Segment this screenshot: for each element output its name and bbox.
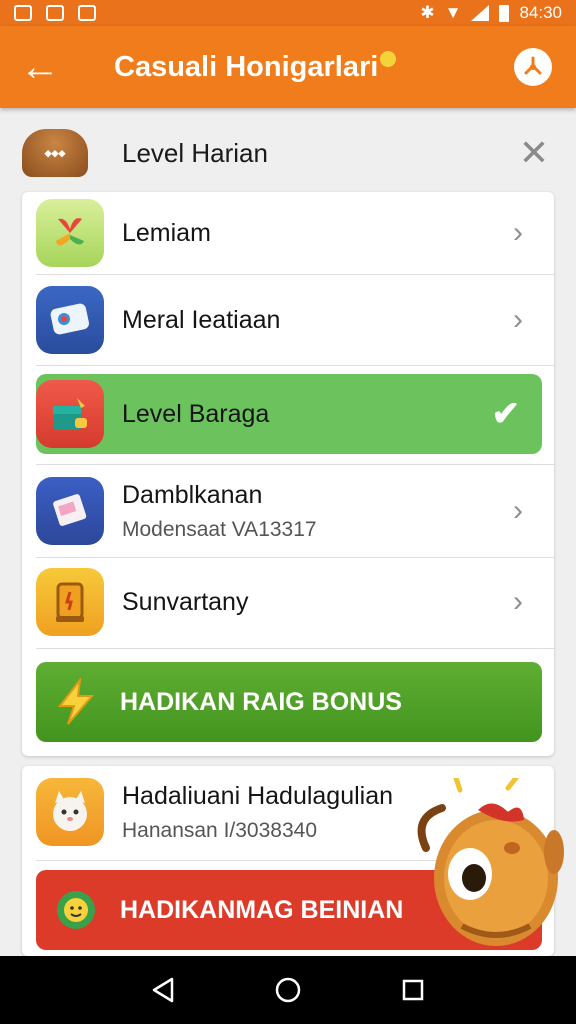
- signal-icon: [471, 5, 490, 21]
- profile-button[interactable]: [514, 48, 552, 86]
- menu-item-sunvartany[interactable]: Sunvartany ›: [22, 558, 554, 646]
- title-badge-icon: [380, 50, 397, 67]
- sun-icon: [48, 882, 104, 938]
- bonus-button-green[interactable]: HADIKAN RAIG BONUS: [36, 662, 542, 742]
- menu-item-damblkanan[interactable]: Damblkanan Modensaat VA13317 ›: [22, 465, 554, 557]
- lightning-icon: [48, 674, 104, 730]
- notification-icon: [78, 5, 96, 21]
- section-title: Level Harian: [122, 137, 268, 168]
- close-button[interactable]: ✕: [514, 132, 554, 173]
- card-deck-icon: [36, 477, 104, 545]
- nav-home-button[interactable]: [268, 970, 308, 1010]
- pet-cat-icon: [36, 778, 104, 846]
- app-bar: ← Casuali Honigarlari: [0, 26, 576, 108]
- triangle-back-icon: [152, 977, 173, 1003]
- status-bar: ✱ ▼ 84:30: [0, 0, 576, 26]
- chevron-right-icon: ›: [513, 494, 523, 527]
- status-time: 84:30: [519, 3, 562, 22]
- nav-back-button[interactable]: [143, 970, 183, 1010]
- profile-icon: [524, 56, 542, 75]
- chevron-right-icon: ›: [513, 216, 523, 249]
- menu-item-label: Sunvartany: [122, 587, 249, 616]
- nav-recents-button[interactable]: [393, 970, 433, 1010]
- checkmark-icon: ✔: [491, 395, 521, 433]
- notification-icon: [46, 5, 64, 21]
- divider: [36, 365, 554, 366]
- menu-card: Lemiam › Meral Ieatiaan › Level Baraga ✔…: [22, 192, 554, 756]
- flower-icon: [36, 199, 104, 267]
- notification-icon: [14, 5, 32, 21]
- app-title: Casuali Honigarlari: [114, 50, 379, 83]
- back-arrow-icon: ←: [20, 44, 60, 89]
- close-icon: ✕: [518, 132, 550, 173]
- menu-item-subtitle: Modensaat VA13317: [122, 517, 317, 541]
- divider: [36, 648, 554, 649]
- bluetooth-icon: ✱: [420, 3, 435, 22]
- treasure-chest-icon: [36, 380, 104, 448]
- ticket-icon: [36, 286, 104, 354]
- menu-item-level-baraga[interactable]: Level Baraga ✔: [36, 374, 542, 454]
- circle-home-icon: [275, 977, 301, 1003]
- game-logo: ◆◆◆: [22, 129, 88, 177]
- bonus-button-label: HADIKANMAG BEINIAN: [120, 895, 404, 924]
- back-button[interactable]: ←: [0, 26, 80, 108]
- square-recents-icon: [403, 979, 424, 1001]
- menu-item-label: Lemiam: [122, 218, 211, 247]
- bonus-button-label: HADIKAN RAIG BONUS: [120, 687, 402, 716]
- wifi-icon: ▼: [444, 3, 462, 22]
- notification-icons: [14, 5, 96, 21]
- menu-item-label: Damblkanan: [122, 480, 263, 509]
- menu-item-lemiam[interactable]: Lemiam ›: [22, 192, 554, 274]
- chevron-right-icon: ›: [513, 303, 523, 336]
- section-header: ◆◆◆ Level Harian ✕: [22, 122, 554, 184]
- scroll-icon: [36, 568, 104, 636]
- menu-item-label: Level Baraga: [122, 399, 270, 428]
- app-title-wrap: Casuali Honigarlari: [80, 50, 514, 84]
- menu-item-label: Meral Ieatiaan: [122, 305, 281, 334]
- system-nav-bar: [0, 956, 576, 1024]
- mascot-character: [417, 778, 564, 946]
- menu-item-meral[interactable]: Meral Ieatiaan ›: [22, 275, 554, 365]
- battery-icon: [499, 4, 510, 22]
- chevron-right-icon: ›: [513, 585, 523, 618]
